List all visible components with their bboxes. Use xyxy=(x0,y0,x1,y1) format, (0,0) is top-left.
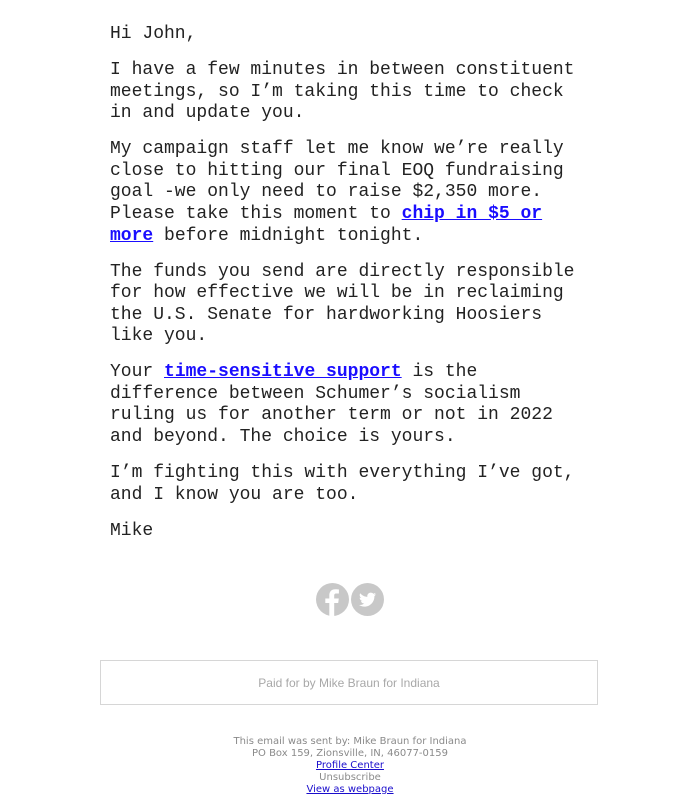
time-sensitive-support-link[interactable]: time-sensitive support xyxy=(164,362,402,382)
unsubscribe-link[interactable]: Unsubscribe xyxy=(0,772,700,784)
view-as-webpage-link[interactable]: View as webpage xyxy=(306,784,393,795)
twitter-icon[interactable] xyxy=(351,583,384,616)
greeting: Hi John, xyxy=(110,24,197,44)
paragraph-1: I have a few minutes in between constitu… xyxy=(110,59,575,124)
paid-for-disclaimer: Paid for by Mike Braun for Indiana xyxy=(100,660,598,705)
email-footer: This email was sent by: Mike Braun for I… xyxy=(0,736,700,796)
email-body: Hi John, I have a few minutes in between… xyxy=(110,24,590,557)
paragraph-2-tail: before midnight tonight. xyxy=(153,225,424,246)
social-links xyxy=(0,583,700,616)
paragraph-2: My campaign staff let me know we’re real… xyxy=(110,139,590,247)
paragraph-3: The funds you send are directly responsi… xyxy=(110,261,575,347)
facebook-icon[interactable] xyxy=(316,583,349,616)
profile-center-link[interactable]: Profile Center xyxy=(316,760,384,771)
paragraph-5: I’m fighting this with everything I’ve g… xyxy=(110,463,575,505)
signature: Mike xyxy=(110,520,154,541)
sent-by-text: This email was sent by: Mike Braun for I… xyxy=(233,736,467,747)
paragraph-4: Your time-sensitive support is the diffe… xyxy=(110,362,590,448)
address-text: PO Box 159, Zionsville, IN, 46077-0159 xyxy=(251,748,448,759)
paragraph-4-text: Your xyxy=(110,362,165,383)
